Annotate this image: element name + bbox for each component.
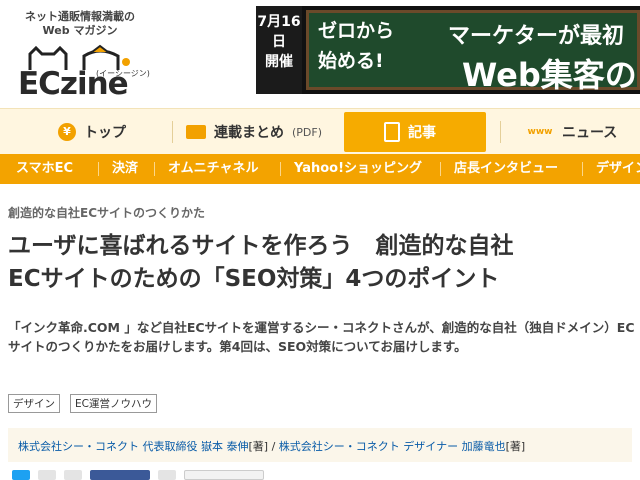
- twitter-share-icon[interactable]: [12, 470, 30, 480]
- coin-icon: ¥: [58, 123, 76, 141]
- nav-articles-label: 記事: [408, 125, 436, 141]
- nav-series-pdf[interactable]: 連載まとめ (PDF): [186, 115, 322, 149]
- nav-news[interactable]: www ニュース: [526, 115, 618, 149]
- nav-divider: [500, 121, 501, 143]
- nav-divider: [172, 121, 173, 143]
- article-tags: デザイン EC運営ノウハウ: [8, 394, 157, 413]
- brand-reading: (イーシージン): [96, 69, 150, 78]
- author-link-1[interactable]: 株式会社シー・コネクト 代表取締役 嶽本 泰伸: [18, 440, 249, 453]
- category-payment[interactable]: 決済: [112, 154, 138, 184]
- category-bar: スマホEC 決済 オムニチャネル Yahoo!ショッピング 店長インタビュー デ…: [0, 154, 640, 184]
- facebook-share-icon[interactable]: [90, 470, 150, 480]
- book-icon: [186, 125, 206, 139]
- category-omnichannel[interactable]: オムニチャネル: [168, 154, 258, 184]
- count-bubble: [38, 470, 56, 480]
- ad-banner[interactable]: 7月16日 開催 ゼロから 始める! マーケターが最初 Web集客の: [256, 6, 640, 94]
- main-nav: ¥ トップ 連載まとめ (PDF) 記事 www ニュース: [0, 108, 640, 154]
- category-divider: [440, 162, 441, 176]
- site-header: ネット通販情報満載の Web マガジン ECzine (イーシージン) 7月16…: [0, 0, 640, 108]
- category-divider: [154, 162, 155, 176]
- category-smartphone-ec[interactable]: スマホEC: [16, 154, 73, 184]
- article-title: ユーザに喜ばれるサイトを作ろう 創造的な自社 ECサイトのための「SEO対策」4…: [8, 233, 514, 292]
- category-divider: [280, 162, 281, 176]
- category-design[interactable]: デザイン: [596, 154, 640, 184]
- count-bubble: [158, 470, 176, 480]
- document-icon: [384, 122, 400, 142]
- category-yahoo-shopping[interactable]: Yahoo!ショッピング: [294, 154, 422, 184]
- print-button[interactable]: [184, 470, 264, 480]
- site-logo[interactable]: ネット通販情報満載の Web マガジン ECzine (イーシージン): [8, 4, 158, 104]
- banner-headline-2: Web集客の: [462, 56, 637, 94]
- nav-top[interactable]: ¥ トップ: [58, 115, 126, 149]
- category-divider: [582, 162, 583, 176]
- author-line: 株式会社シー・コネクト 代表取締役 嶽本 泰伸[著] / 株式会社シー・コネクト…: [8, 428, 632, 462]
- tag-design[interactable]: デザイン: [8, 394, 60, 413]
- category-interview[interactable]: 店長インタビュー: [454, 154, 558, 184]
- author-separator: /: [268, 440, 279, 453]
- share-buttons: [12, 470, 264, 480]
- banner-headline-1: マーケターが最初: [448, 24, 625, 49]
- nav-series-suffix: (PDF): [292, 125, 323, 139]
- banner-date: 7月16日 開催: [256, 6, 302, 94]
- nav-series-label: 連載まとめ: [214, 125, 284, 141]
- article-lead: 「インク革命.COM 」など自社ECサイトを運営するシー・コネクトさんが、創造的…: [8, 320, 635, 354]
- banner-text-line2: 始める!: [318, 50, 384, 72]
- hatena-share-icon[interactable]: [64, 470, 82, 480]
- nav-top-label: トップ: [84, 125, 126, 141]
- banner-text-line1: ゼロから: [318, 20, 395, 42]
- series-title[interactable]: 創造的な自社ECサイトのつくりかた: [8, 204, 205, 221]
- nav-articles[interactable]: 記事: [384, 115, 436, 149]
- www-icon: www: [527, 127, 553, 137]
- category-divider: [98, 162, 99, 176]
- author-role-2: [著]: [505, 440, 526, 453]
- author-link-2[interactable]: 株式会社シー・コネクト デザイナー 加藤竜也: [279, 440, 506, 453]
- author-role-1: [著]: [248, 440, 269, 453]
- site-tagline: ネット通販情報満載の Web マガジン: [25, 10, 135, 37]
- nav-news-label: ニュース: [562, 125, 618, 141]
- tag-ec-operation[interactable]: EC運営ノウハウ: [70, 394, 157, 413]
